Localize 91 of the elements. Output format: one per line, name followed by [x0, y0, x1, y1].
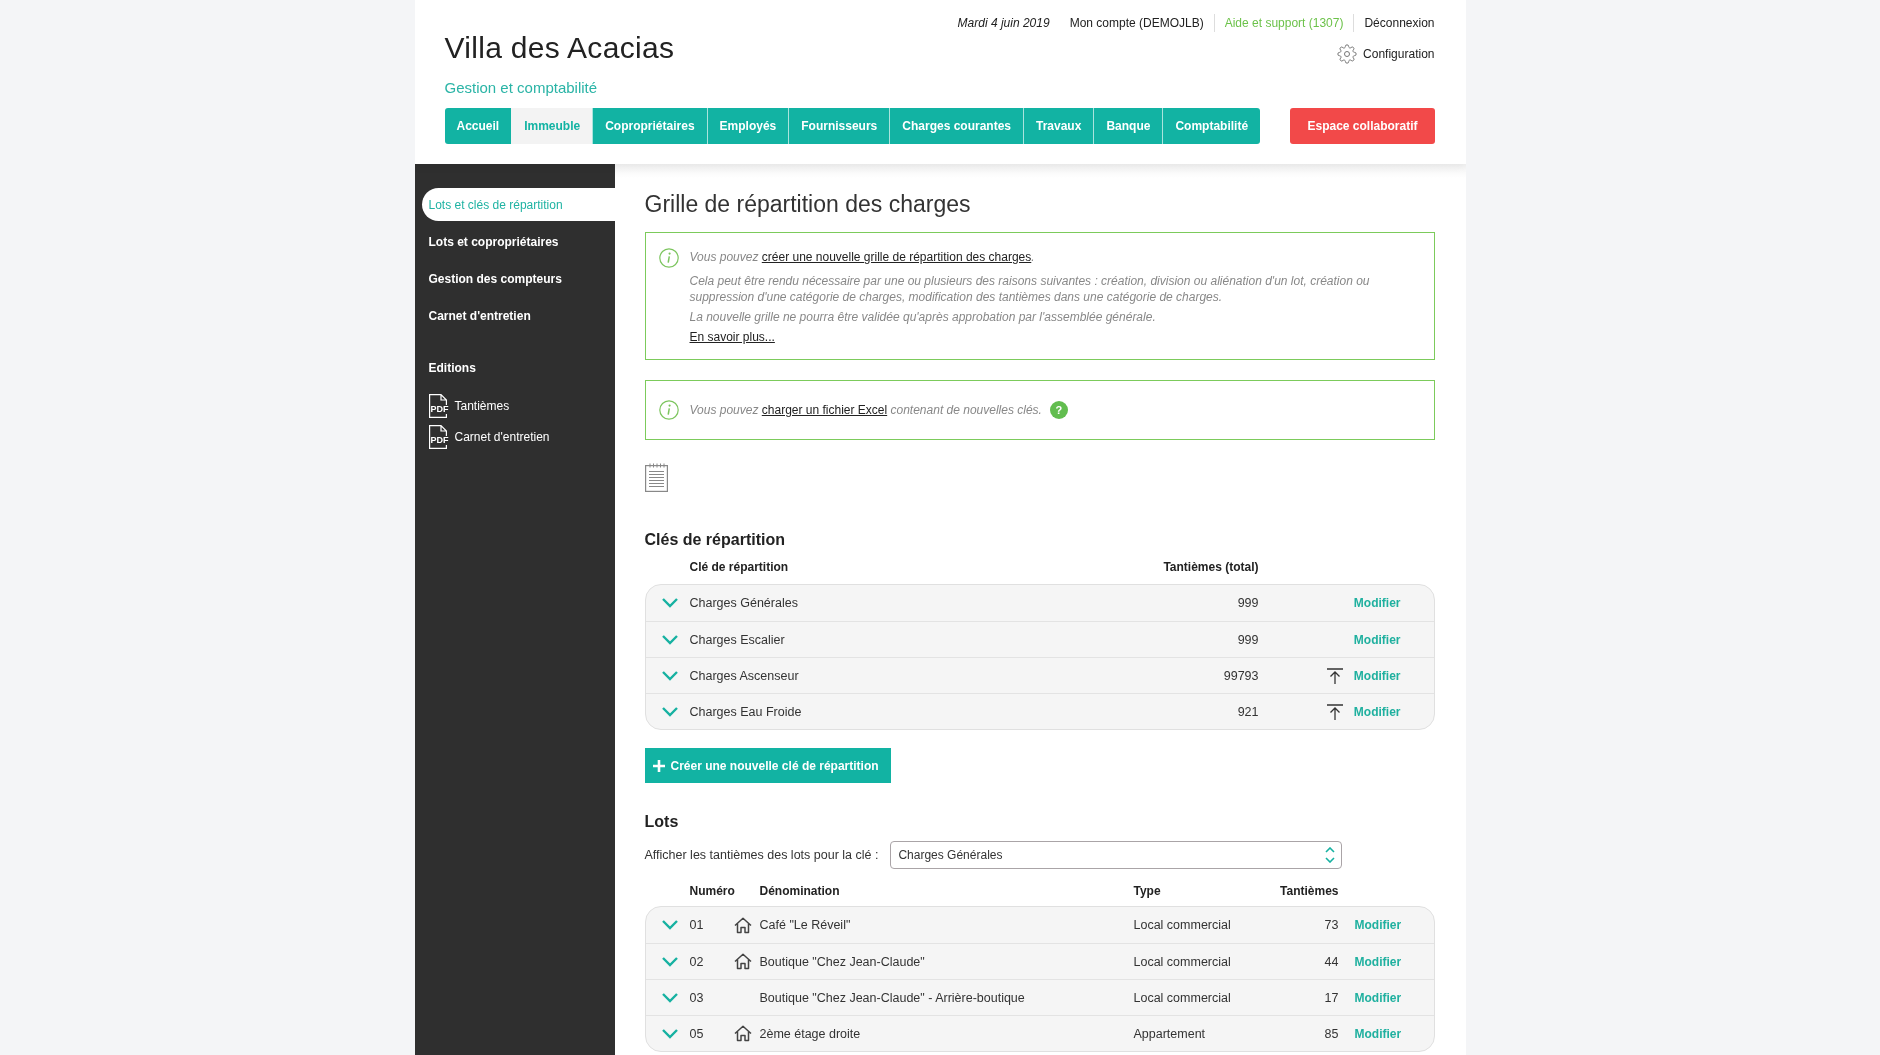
modify-link[interactable]: Modifier	[1353, 668, 1401, 683]
learn-more-link[interactable]: En savoir plus...	[689, 329, 775, 345]
column-header: Type	[1133, 883, 1162, 899]
filter-label: Afficher les tantièmes des lots pour la clé :	[644, 848, 879, 862]
column-header: Tantièmes	[1280, 883, 1339, 899]
nav-tab[interactable]: Charges courantes	[889, 108, 1023, 144]
chevron-icon[interactable]	[661, 634, 678, 645]
sidebar-item[interactable]: Lots et clés de répartition	[421, 188, 615, 221]
modify-link[interactable]: Modifier	[1354, 954, 1402, 969]
collaborative-space-button[interactable]: Espace collaboratif	[1290, 108, 1435, 144]
table-cell-text: 01	[689, 918, 705, 932]
site-title: Villa des Acacias	[444, 30, 675, 66]
chevron-icon[interactable]	[661, 706, 678, 717]
nav-tab[interactable]: Accueil	[444, 108, 512, 144]
upload-icon[interactable]	[1326, 667, 1343, 684]
column-header: Clé de répartition	[689, 559, 790, 575]
site-subtitle: Gestion et comptabilité	[444, 78, 599, 98]
table-cell: 921	[1237, 704, 1259, 719]
key-select[interactable]: Charges Générales	[890, 841, 1343, 869]
table-cell-text: Boutique "Chez Jean-Claude" - Arrière-boutique	[759, 990, 1026, 1005]
table-cell: 85	[1324, 1026, 1339, 1041]
notice-text: Vous pouvez charger un fichier Excel contenant de nouvelles clés.	[689, 402, 1042, 418]
table-cell-text: 05	[689, 1026, 705, 1041]
nav-tab[interactable]: Travaux	[1023, 108, 1094, 144]
table-cell: 73	[1324, 918, 1339, 932]
chevron-icon[interactable]	[661, 598, 678, 608]
plus-icon	[652, 759, 665, 772]
table-cell-text: Charges Ascenseur	[689, 668, 800, 683]
table-cell-text: Local commercial	[1133, 990, 1232, 1005]
nav-tab[interactable]: Fournisseurs	[788, 108, 890, 144]
nav-tab[interactable]: Comptabilité	[1162, 108, 1261, 144]
nav-tab[interactable]: Banque	[1093, 108, 1163, 144]
section-heading: Lots	[644, 812, 680, 832]
table-cell-text: Charges Escalier	[689, 632, 786, 647]
modify-link[interactable]: Modifier	[1353, 596, 1401, 610]
column-header: Dénomination	[759, 883, 841, 899]
chevron-icon[interactable]	[661, 920, 678, 930]
info-icon	[658, 248, 679, 268]
notice-text: Vous pouvez créer une nouvelle grille de répartition des charges.	[689, 249, 1035, 265]
table-cell-text: 02	[689, 954, 705, 969]
table-cell-text: 03	[689, 990, 705, 1005]
table-cell-text: Local commercial	[1133, 954, 1232, 969]
table-cell-text: Charges Eau Froide	[689, 704, 803, 719]
table-cell-text: 2ème étage droite	[759, 1026, 862, 1041]
select-arrows-icon	[1325, 847, 1336, 863]
nav-tab[interactable]: Employés	[706, 108, 789, 144]
notice-text: La nouvelle grille ne pourra être validée qu'après approbation par l'assemblée générale.	[689, 309, 1157, 325]
settings-link[interactable]: Configuration	[1337, 44, 1435, 64]
document-link[interactable]: PDF Tantièmes	[428, 393, 510, 419]
chevron-icon[interactable]	[661, 956, 678, 967]
table-cell-text: Local commercial	[1133, 918, 1232, 932]
column-header: Tantièmes (total)	[1163, 559, 1259, 575]
sidebar-item[interactable]: Carnet d'entretien	[421, 299, 615, 332]
page-title: Grille de répartition des charges	[644, 190, 972, 219]
upload-icon[interactable]	[1326, 703, 1343, 720]
table-cell: 99793	[1223, 668, 1259, 683]
modify-link[interactable]: Modifier	[1353, 704, 1401, 719]
table-cell: 17	[1324, 990, 1339, 1005]
table-cell-text: Charges Générales	[689, 596, 799, 610]
table-cell: 44	[1324, 954, 1339, 969]
chevron-icon[interactable]	[661, 670, 678, 681]
document-link[interactable]: PDF Carnet d'entretien	[428, 424, 550, 450]
chevron-icon[interactable]	[661, 1028, 678, 1039]
settings-icon	[1337, 44, 1358, 64]
table-cell-text: Appartement	[1133, 1026, 1207, 1041]
info-icon	[658, 400, 679, 420]
create-key-button[interactable]: Créer une nouvelle clé de répartition	[644, 748, 891, 783]
modify-link[interactable]: Modifier	[1354, 990, 1402, 1005]
column-header: Numéro	[689, 883, 736, 899]
nav-tab[interactable]: Copropriétaires	[592, 108, 707, 144]
help-button[interactable]: ?	[1049, 401, 1068, 419]
modify-link[interactable]: Modifier	[1354, 1026, 1402, 1041]
modify-link[interactable]: Modifier	[1354, 918, 1402, 932]
sidebar-item[interactable]: Gestion des compteurs	[421, 262, 615, 295]
account-link[interactable]: Mon compte (DEMOJLB)	[1069, 14, 1204, 32]
notice-text: Cela peut être rendu nécessaire par une ou plusieurs des raisons suivantes : création, division ou aliénation d'un lot, création ou suppression d'une catégorie de charges, modification des tantièmes dans une catégorie de charges.	[689, 273, 1371, 305]
table-cell: 999	[1237, 632, 1259, 647]
sidebar-item[interactable]: Lots et copropriétaires	[421, 225, 615, 258]
date-text: Mardi 4 juin 2019	[957, 15, 1050, 32]
table-cell: 999	[1237, 596, 1259, 610]
chevron-icon[interactable]	[661, 992, 678, 1003]
table-cell-text: Café "Le Réveil"	[759, 918, 852, 932]
logout-link[interactable]: Déconnexion	[1364, 14, 1435, 32]
table-cell-text: Boutique "Chez Jean-Claude"	[759, 954, 926, 969]
nav-tab[interactable]: Immeuble	[511, 108, 593, 144]
section-heading: Clés de répartition	[644, 530, 786, 550]
section-heading: Editions	[428, 360, 477, 377]
notepad-icon[interactable]	[644, 463, 668, 492]
modify-link[interactable]: Modifier	[1353, 632, 1401, 647]
notice-link[interactable]: charger un fichier Excel	[761, 403, 888, 417]
support-link[interactable]: Aide et support (1307)	[1224, 14, 1344, 32]
